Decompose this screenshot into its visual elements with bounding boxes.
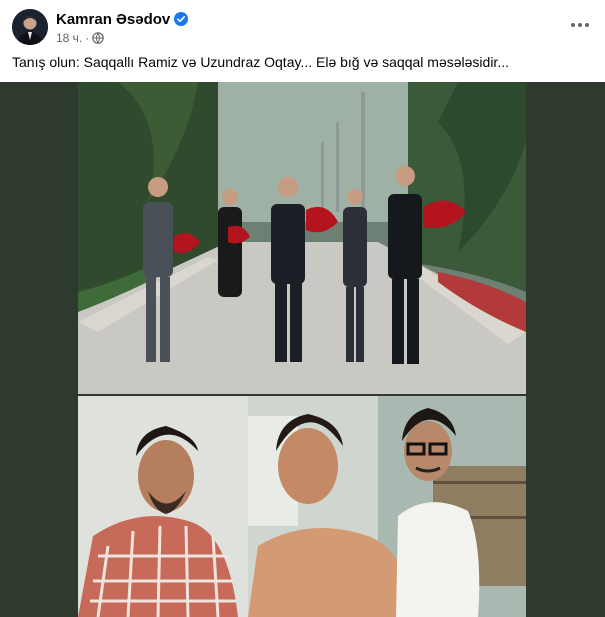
meta-separator: · <box>85 31 90 45</box>
post-caption: Tanış olun: Saqqallı Ramiz və Uzundraz O… <box>12 54 509 70</box>
author-name-row: Kamran Əsədov <box>56 11 189 28</box>
post-media[interactable] <box>0 82 605 617</box>
more-options-icon[interactable] <box>565 12 595 38</box>
post-meta: 18 ч. · <box>56 31 105 45</box>
photo-film-still[interactable] <box>78 396 526 617</box>
post-header: Kamran Əsədov 18 ч. · <box>0 0 605 50</box>
globe-icon[interactable] <box>92 32 105 44</box>
author-name[interactable]: Kamran Əsədov <box>56 11 170 28</box>
facebook-post: Kamran Əsədov 18 ч. · Tanış olun: Saqqall… <box>0 0 605 617</box>
photo-memorial-walk[interactable] <box>78 82 526 394</box>
post-timestamp[interactable]: 18 ч. <box>56 31 82 45</box>
author-avatar[interactable] <box>12 9 48 45</box>
verified-badge-icon <box>174 12 189 26</box>
avatar-image <box>12 9 48 45</box>
